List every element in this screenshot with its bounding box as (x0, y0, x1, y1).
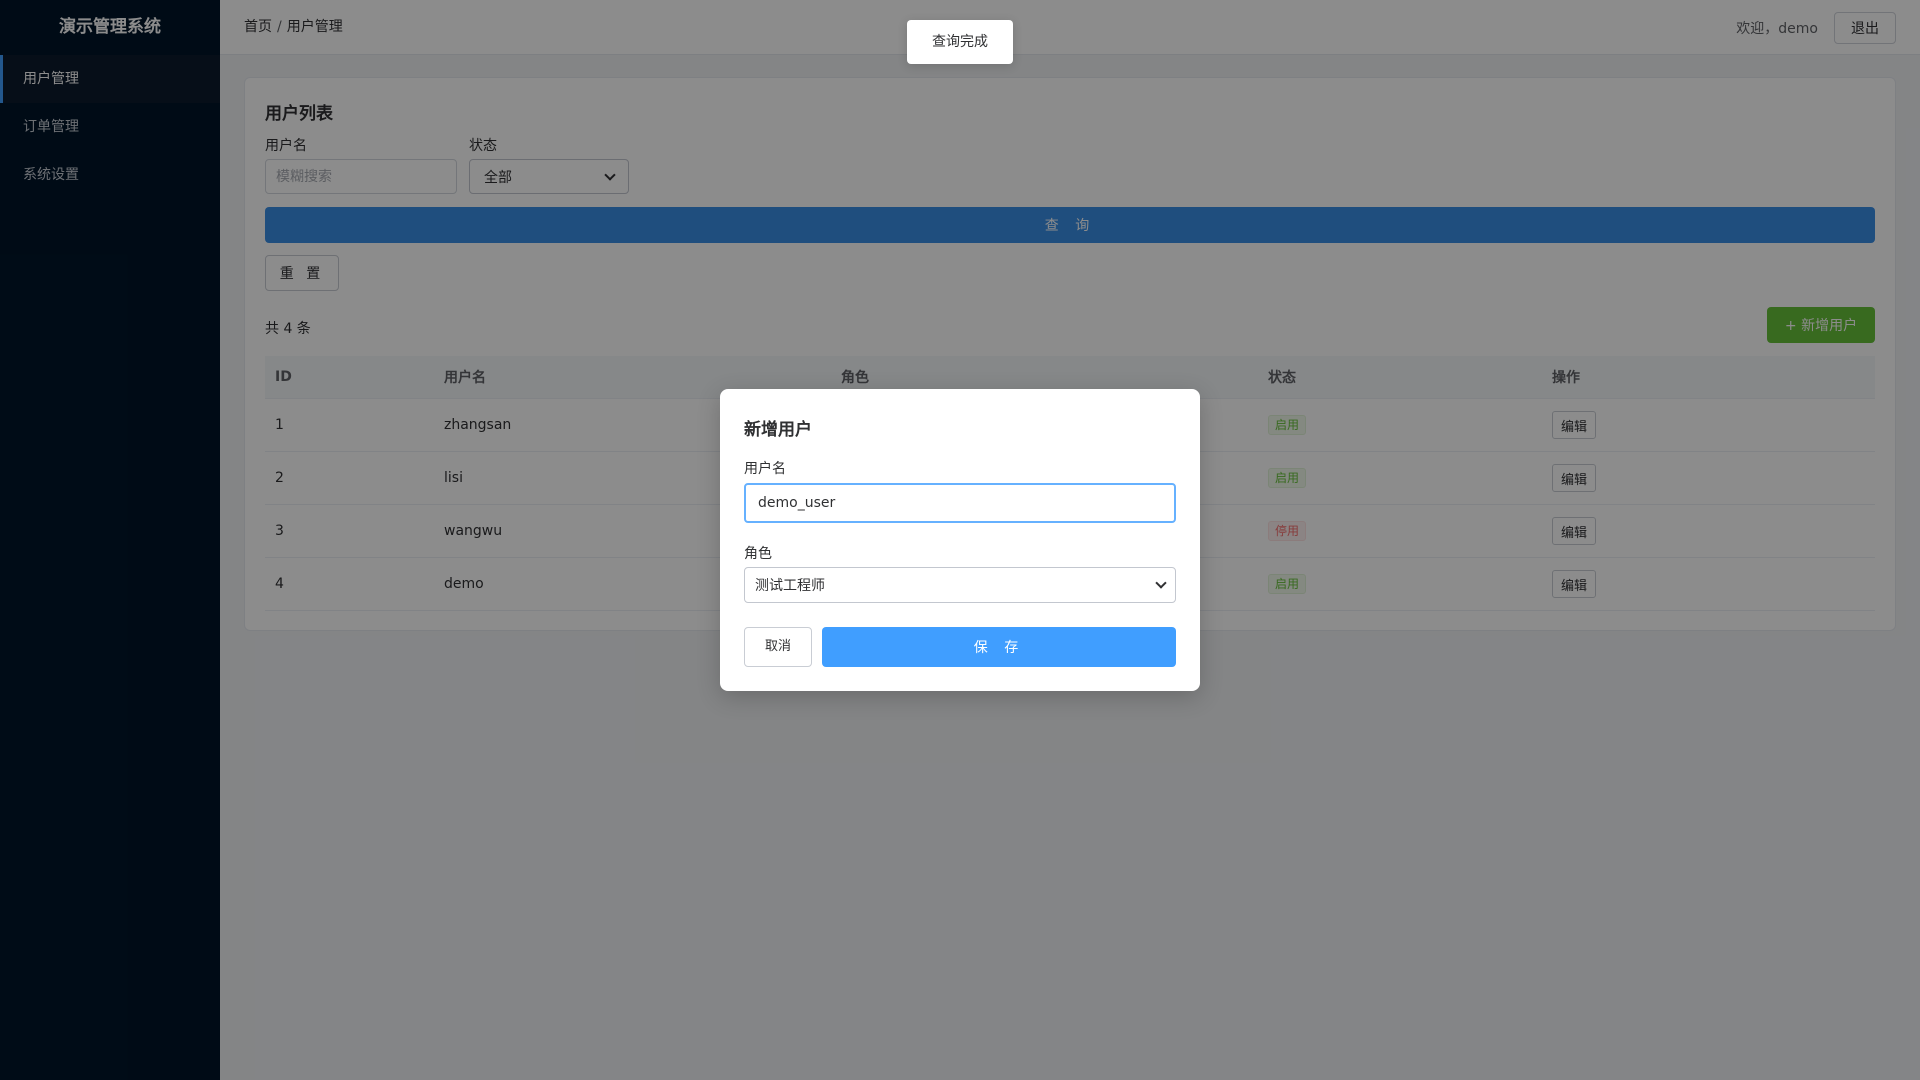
dialog-username-input[interactable] (744, 483, 1176, 523)
toast-message: 查询完成 (907, 20, 1013, 64)
dialog-role-select[interactable]: 测试工程师 (744, 567, 1176, 603)
save-button[interactable]: 保 存 (822, 627, 1176, 667)
add-user-dialog: 新增用户 用户名 角色 测试工程师 取消 保 存 (720, 389, 1200, 691)
dialog-role-label: 角色 (744, 546, 772, 562)
chevron-down-icon (1155, 577, 1167, 589)
dialog-title: 新增用户 (744, 420, 812, 440)
cancel-button[interactable]: 取消 (744, 627, 812, 667)
dialog-role-value: 测试工程师 (755, 578, 825, 594)
dialog-username-label: 用户名 (744, 461, 786, 477)
